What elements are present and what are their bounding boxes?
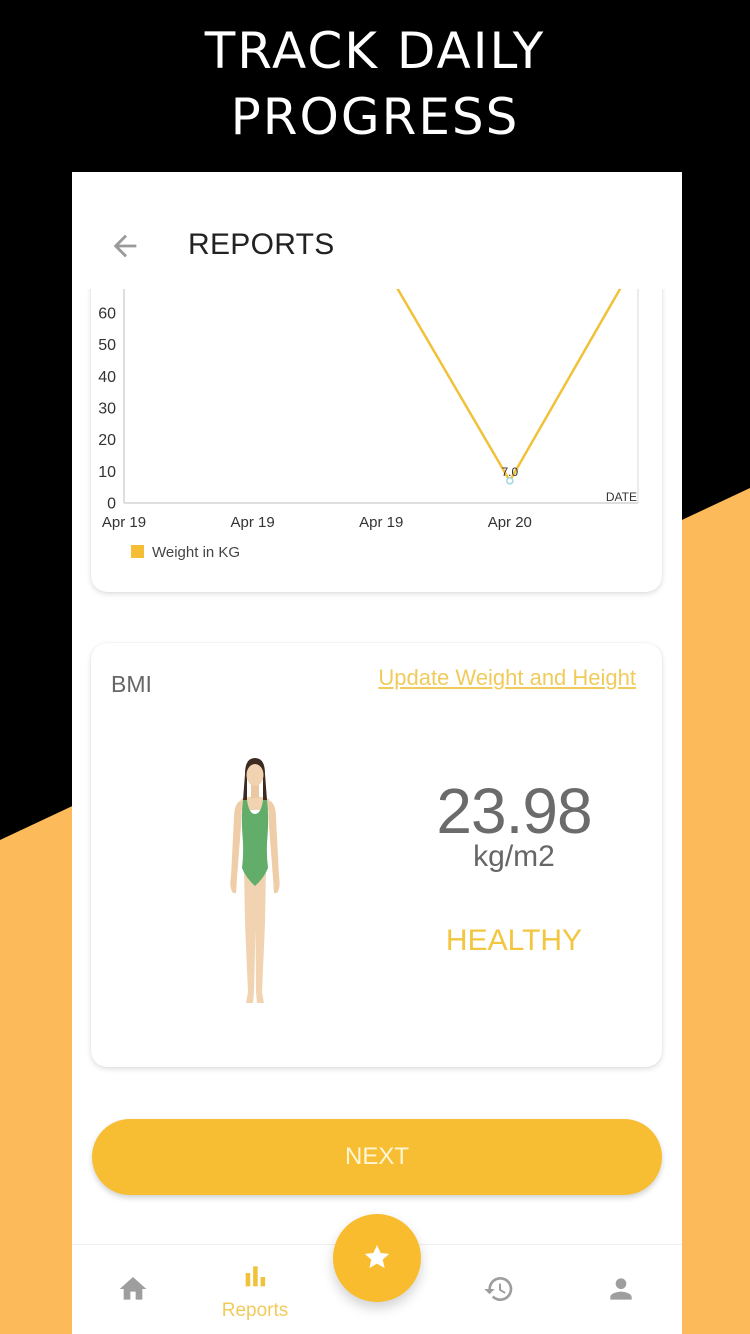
y-tick-label: 30	[98, 401, 116, 418]
promo-headline-line-1: TRACK DAILY	[204, 22, 546, 80]
data-label: 7.0	[501, 465, 518, 479]
reports-scroll-area[interactable]: 0 10 20 30 40 50 60 Apr 19 Apr 19 Apr 19 Apr 20 7…	[72, 289, 682, 1244]
nav-item-home[interactable]	[83, 1245, 183, 1334]
y-tick-label: 0	[107, 496, 116, 513]
nav-item-reports[interactable]: Reports	[205, 1245, 305, 1334]
weight-line-chart: 0 10 20 30 40 50 60 Apr 19 Apr 19 Apr 19 Apr 20 7…	[98, 289, 639, 561]
figure-head	[246, 764, 264, 786]
next-button[interactable]: NEXT	[92, 1119, 662, 1195]
y-tick-label: 40	[98, 369, 116, 386]
figure-arm-right	[268, 800, 280, 893]
promo-headline: TRACK DAILY PROGRESS	[0, 18, 750, 150]
star-icon	[364, 1245, 390, 1269]
x-tick-label: Apr 19	[359, 514, 403, 531]
bmi-title: BMI	[111, 671, 152, 697]
bmi-card: BMI Update Weight and Height 23.98 kg/m2…	[91, 643, 662, 1067]
figure-arm-left	[230, 800, 242, 893]
arrow-left-icon	[113, 234, 137, 258]
back-button[interactable]	[108, 229, 142, 263]
y-tick-label: 20	[98, 432, 116, 449]
x-axis-title: DATE	[606, 490, 637, 504]
update-weight-height-link[interactable]: Update Weight and Height	[378, 665, 636, 691]
y-tick-label: 10	[98, 464, 116, 481]
phone-screen: REPORTS 0 10 20 30 40 50 60 Apr 19 Apr 19 Apr 19…	[72, 172, 682, 1334]
promo-headline-line-2: PROGRESS	[230, 88, 520, 146]
legend-label: Weight in KG	[152, 544, 240, 561]
home-icon	[119, 1277, 147, 1300]
y-tick-label: 60	[98, 306, 116, 323]
legend-swatch	[131, 545, 144, 558]
bmi-unit: kg/m2	[473, 840, 555, 873]
nav-item-profile[interactable]	[571, 1245, 671, 1334]
series-line-weight	[396, 289, 622, 483]
x-tick-label: Apr 19	[102, 514, 146, 531]
bar-chart-icon	[245, 1266, 266, 1287]
y-tick-label: 50	[98, 337, 116, 354]
figure-swimsuit	[241, 800, 269, 886]
nav-item-history[interactable]	[449, 1245, 549, 1334]
bmi-status: HEALTHY	[445, 924, 583, 957]
bmi-value: 23.98	[436, 775, 592, 847]
history-icon	[484, 1277, 513, 1301]
page-title: REPORTS	[188, 228, 335, 261]
nav-label-reports: Reports	[221, 1300, 289, 1321]
x-tick-label: Apr 20	[488, 514, 532, 531]
x-tick-label: Apr 19	[230, 514, 274, 531]
favorite-fab-button[interactable]	[333, 1214, 421, 1302]
woman-body-illustration	[230, 758, 280, 1003]
weight-chart-card: 0 10 20 30 40 50 60 Apr 19 Apr 19 Apr 19 Apr 20 7…	[91, 289, 662, 592]
person-icon	[610, 1278, 632, 1300]
figure-legs	[244, 868, 266, 1003]
